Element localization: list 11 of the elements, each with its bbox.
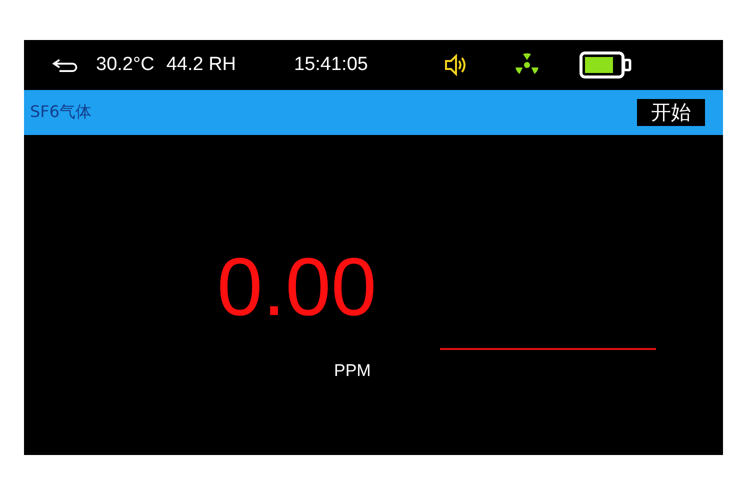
unit-label: PPM <box>334 361 371 381</box>
gas-type-label: SF6气体 <box>30 102 92 123</box>
back-arrow-icon[interactable] <box>52 58 80 72</box>
temperature-reading: 30.2°C <box>96 54 154 76</box>
battery-icon <box>578 51 633 79</box>
speaker-icon[interactable] <box>444 54 468 76</box>
start-button[interactable]: 开始 <box>637 99 705 126</box>
fan-icon[interactable] <box>514 53 539 77</box>
measurement-value: 0.00 <box>217 247 378 329</box>
clock-time: 15:41:05 <box>294 54 368 76</box>
humidity-reading: 44.2 RH <box>166 54 236 76</box>
